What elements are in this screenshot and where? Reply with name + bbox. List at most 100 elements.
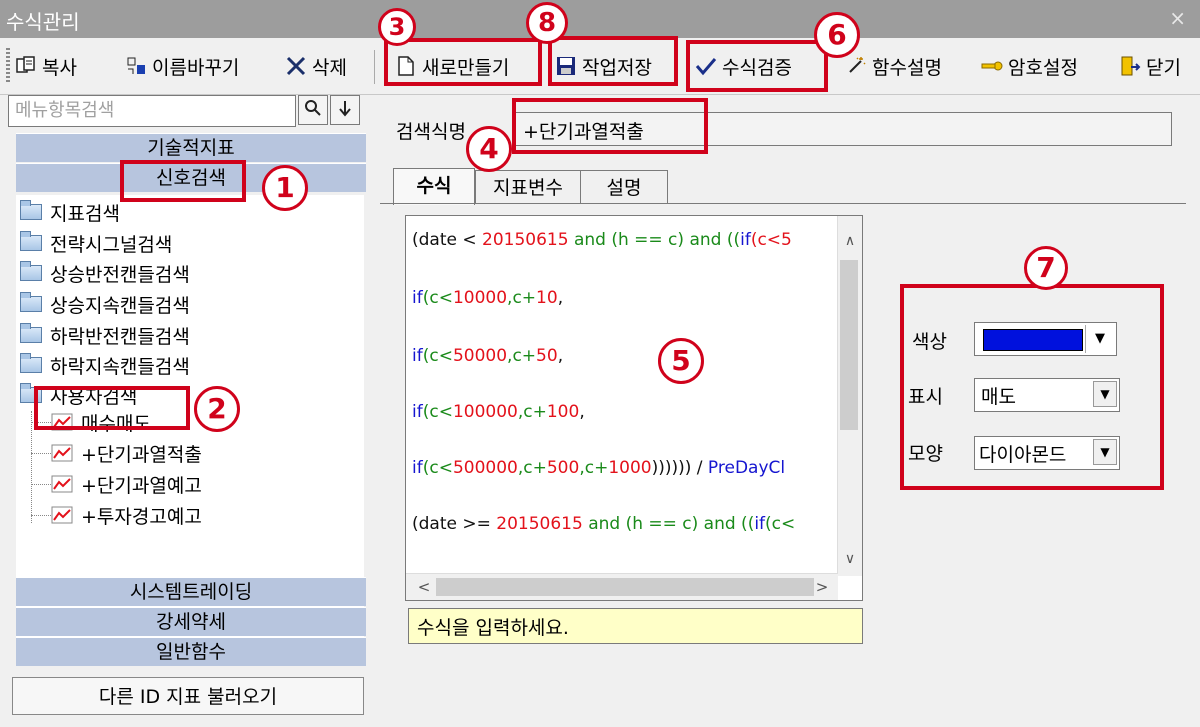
formula-token: , (579, 402, 585, 422)
tree-folder-label: 사용자검색 (50, 385, 138, 408)
annotation-badge-1: 1 (262, 165, 308, 211)
formula-token: (c<5 (750, 230, 792, 250)
tree-folder[interactable]: 하락지속캔들검색 (20, 350, 190, 380)
category-system-trading[interactable]: 시스템트레이딩 (16, 577, 366, 606)
title-bar: 수식관리 × (0, 0, 1200, 38)
tab-description[interactable]: 설명 (580, 170, 668, 204)
formula-token: if (740, 230, 751, 250)
vertical-scroll-thumb[interactable] (840, 260, 858, 430)
rename-button[interactable]: 이름바꾸기 (124, 38, 239, 94)
search-button[interactable] (298, 95, 328, 125)
tree-folder-user-search[interactable]: 사용자검색 (20, 380, 137, 410)
search-next-button[interactable] (330, 95, 360, 125)
close-button[interactable]: 닫기 (1118, 38, 1181, 94)
tree-item[interactable]: +단기과열예고 (31, 469, 202, 499)
annotation-badge-8: 8 (526, 2, 568, 44)
chevron-down-icon[interactable]: ▼ (1093, 381, 1117, 407)
tree-item-label: +단기과열적출 (81, 443, 202, 466)
formula-line: if(c<500000,c+500,c+1000)))))) / PreDayC… (412, 458, 785, 478)
left-panel: 기술적지표 신호검색 지표검색 전략시그널검색 상승반전캔들검색 상승지속캔들검… (8, 95, 366, 720)
scroll-down-icon[interactable]: ∨ (838, 548, 862, 570)
close-label: 닫기 (1146, 56, 1181, 79)
toolbar: 복사 이름바꾸기 삭제 새로만들기 작업저장 수식검증 함수설명 암호설정 닫기 (0, 38, 1200, 95)
load-other-id-button[interactable]: 다른 ID 지표 불러오기 (12, 677, 364, 715)
tree-folder-label: 하락지속캔들검색 (50, 355, 190, 378)
copy-label: 복사 (42, 56, 77, 79)
toolbar-grip[interactable] (6, 48, 10, 84)
exit-door-icon (1118, 54, 1142, 78)
tab-indicator-variables[interactable]: 지표변수 (475, 170, 581, 204)
tree-folder-label: 하락반전캔들검색 (50, 325, 190, 348)
scroll-right-icon[interactable]: > (810, 574, 834, 600)
color-picker[interactable]: ▼ (974, 322, 1117, 356)
category-general-function[interactable]: 일반함수 (16, 637, 366, 666)
tree-folder[interactable]: 상승지속캔들검색 (20, 289, 190, 319)
formula-token: (date < (412, 230, 483, 250)
annotation-badge-4: 4 (466, 126, 512, 172)
menu-search-input[interactable] (9, 96, 291, 124)
rename-icon (124, 54, 148, 78)
new-label: 새로만들기 (422, 56, 510, 79)
tab-formula[interactable]: 수식 (393, 168, 475, 205)
tree-folder[interactable]: 전략시그널검색 (20, 228, 172, 258)
function-help-button[interactable]: 함수설명 (844, 38, 942, 94)
password-button[interactable]: 암호설정 (980, 38, 1078, 94)
formula-token: 100 (546, 402, 580, 422)
save-work-button[interactable]: 작업저장 (554, 38, 652, 94)
formula-token: 500000 (452, 458, 518, 478)
scroll-up-icon[interactable]: ∧ (838, 230, 862, 252)
category-strength-weakness[interactable]: 강세약세 (16, 607, 366, 636)
formula-name-label: 검색식명 (396, 121, 466, 143)
formula-token: (c< (422, 288, 453, 308)
chevron-down-icon[interactable]: ▼ (1085, 325, 1114, 353)
formula-token: 50000 (452, 346, 508, 366)
checkmark-icon (694, 54, 718, 78)
category-signal-search[interactable]: 신호검색 (16, 163, 366, 192)
chevron-down-icon[interactable]: ▼ (1093, 439, 1117, 465)
tree-item[interactable]: 매수매도 (31, 407, 151, 437)
tree-item[interactable]: +단기과열적출 (31, 438, 202, 468)
formula-token: PreDayCl (707, 458, 786, 478)
display-value: 매도 (981, 386, 1016, 408)
formula-token: 20150615 (496, 514, 583, 534)
tree-folder-label: 전략시그널검색 (50, 233, 173, 256)
formula-line: (date < 20150615 and (h == c) and ((if(c… (412, 230, 792, 250)
tree-folder[interactable]: 하락반전캔들검색 (20, 320, 190, 350)
formula-token: 50 (536, 346, 558, 366)
formula-name-field[interactable]: +단기과열적출 (514, 112, 1172, 146)
copy-button[interactable]: 복사 (14, 38, 77, 94)
verify-label: 수식검증 (722, 56, 792, 79)
folder-icon (20, 383, 42, 403)
category-technical-indicator[interactable]: 기술적지표 (16, 133, 366, 162)
horizontal-scrollbar[interactable]: < > (406, 573, 838, 600)
rename-label: 이름바꾸기 (152, 56, 240, 79)
formula-line: if(c<50000,c+50, (412, 346, 563, 366)
formula-token: , (557, 288, 564, 308)
search-icon (304, 99, 322, 122)
menu-search-box[interactable] (8, 95, 296, 127)
new-button[interactable]: 새로만들기 (394, 38, 509, 94)
scroll-left-icon[interactable]: < (412, 574, 436, 600)
formula-token: , (557, 346, 564, 366)
tree-folder[interactable]: 지표검색 (20, 197, 120, 227)
window-title: 수식관리 (6, 10, 80, 34)
vertical-scrollbar[interactable]: ∧ ∨ (837, 216, 862, 576)
shape-value: 다이아몬드 (979, 444, 1067, 466)
tree-folder[interactable]: 상승반전캔들검색 (20, 258, 190, 288)
horizontal-scroll-thumb[interactable] (436, 578, 814, 596)
shape-label: 모양 (908, 443, 943, 465)
shape-select[interactable]: 다이아몬드 ▼ (974, 436, 1120, 470)
display-select[interactable]: 매도 ▼ (974, 378, 1120, 412)
chart-icon (51, 413, 73, 431)
save-icon (554, 54, 578, 78)
tree-item[interactable]: +투자경고예고 (31, 500, 202, 530)
chart-icon (51, 475, 73, 493)
delete-button[interactable]: 삭제 (284, 38, 347, 94)
verify-formula-button[interactable]: 수식검증 (694, 38, 792, 94)
formula-editor[interactable]: (date < 20150615 and (h == c) and ((if(c… (405, 215, 863, 601)
tree-item-label: 매수매도 (81, 412, 151, 435)
close-window-button[interactable]: × (1169, 6, 1186, 30)
folder-icon (20, 231, 42, 251)
formula-token: ,c+ (517, 402, 547, 422)
save-label: 작업저장 (582, 56, 652, 79)
